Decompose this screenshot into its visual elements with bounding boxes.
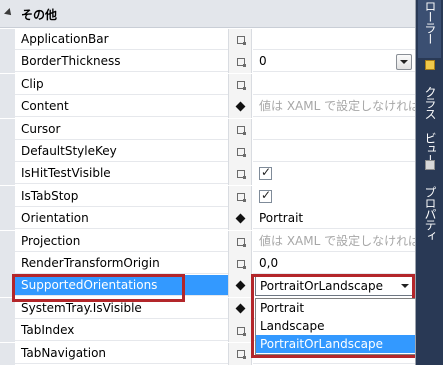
advanced-property-icon[interactable] [237, 125, 246, 135]
class-view-icon [425, 60, 435, 70]
highlight-box-name [12, 274, 185, 302]
dropdown-option[interactable]: PortraitOrLandscape [256, 335, 415, 353]
property-name[interactable]: IsHitTestVisible [15, 163, 228, 185]
row-gutter [0, 51, 15, 74]
property-row[interactable]: Clip [0, 73, 415, 96]
advanced-property-icon[interactable] [237, 260, 246, 269]
property-name[interactable]: Clip [15, 74, 228, 95]
property-row[interactable]: IsTabStop [0, 185, 415, 208]
property-marker-cell[interactable] [228, 275, 252, 298]
sidebar-tab-properties[interactable]: プロパティ [418, 160, 441, 242]
row-gutter [0, 141, 15, 163]
property-row[interactable]: Projection 値は XAML で設定しなければなりません [0, 230, 415, 253]
category-header[interactable]: その他 [0, 0, 415, 28]
property-name[interactable]: TabNavigation [15, 343, 228, 364]
property-name[interactable]: Orientation [15, 208, 228, 230]
property-row[interactable]: Orientation Portrait [0, 208, 415, 231]
property-name[interactable]: Content [15, 96, 228, 118]
properties-icon [425, 160, 435, 170]
property-marker-cell[interactable] [228, 230, 252, 253]
property-marker-cell[interactable] [228, 51, 252, 74]
property-marker-cell[interactable] [228, 29, 252, 51]
property-diamond-icon[interactable] [235, 101, 246, 112]
collapse-icon[interactable] [4, 8, 14, 18]
property-marker-cell[interactable] [228, 96, 252, 119]
property-name[interactable]: RenderTransformOrigin [15, 253, 228, 274]
property-marker-cell[interactable] [228, 141, 252, 163]
property-name[interactable]: IsTabStop [15, 186, 228, 207]
property-name[interactable]: BorderThickness [15, 51, 228, 73]
property-value[interactable] [253, 141, 415, 162]
property-marker-cell[interactable] [228, 73, 252, 96]
property-value[interactable]: 値は XAML で設定しなければなりません [253, 231, 415, 252]
advanced-property-icon[interactable] [237, 36, 246, 45]
advanced-property-icon[interactable] [237, 170, 246, 180]
sidebar-tab-label: クラス ビュー [423, 86, 437, 165]
category-title: その他 [21, 8, 58, 22]
row-gutter [0, 163, 15, 186]
dropdown-button[interactable] [396, 54, 412, 71]
property-row[interactable]: ApplicationBar [0, 29, 415, 51]
advanced-property-icon[interactable] [237, 192, 246, 202]
sidebar-tab-label: プロパティ [423, 186, 437, 241]
advanced-property-icon[interactable] [237, 237, 246, 247]
property-diamond-icon[interactable] [235, 303, 246, 314]
property-name[interactable]: Cursor [15, 119, 228, 140]
advanced-property-icon[interactable] [237, 80, 246, 90]
row-gutter [0, 96, 15, 119]
row-gutter [0, 320, 15, 343]
property-value[interactable] [253, 29, 415, 50]
advanced-property-icon[interactable] [237, 349, 246, 359]
sidebar-tab-explorer[interactable]: ローラー [418, 0, 441, 58]
property-row[interactable]: BorderThickness 0 [0, 51, 415, 74]
property-value[interactable]: 0 [253, 51, 415, 73]
property-marker-cell[interactable] [228, 342, 252, 365]
property-row[interactable]: Content 値は XAML で設定しなければなりません [0, 96, 415, 119]
property-value[interactable] [253, 74, 415, 95]
property-row[interactable]: Cursor [0, 118, 415, 141]
property-diamond-icon[interactable] [235, 213, 246, 224]
sidebar-tab-class-view[interactable]: クラス ビュー [418, 60, 441, 170]
row-gutter [0, 230, 15, 253]
row-gutter [0, 185, 15, 208]
property-value[interactable]: 値は XAML で設定しなければなりません [253, 96, 415, 118]
property-value[interactable] [253, 119, 415, 140]
property-checkbox[interactable] [259, 165, 272, 181]
property-marker-cell[interactable] [228, 320, 252, 343]
property-row[interactable]: RenderTransformOrigin 0,0 [0, 253, 415, 275]
property-marker-cell[interactable] [228, 118, 252, 141]
property-marker-cell[interactable] [228, 163, 252, 186]
property-marker-cell[interactable] [228, 208, 252, 231]
property-marker-cell[interactable] [228, 253, 252, 275]
advanced-property-icon[interactable] [237, 327, 246, 337]
property-diamond-icon[interactable] [235, 280, 246, 291]
property-marker-cell[interactable] [228, 185, 252, 208]
sidebar-tab-label: ローラー [423, 0, 437, 44]
row-gutter [0, 342, 15, 365]
row-gutter [0, 29, 15, 51]
advanced-property-icon[interactable] [237, 148, 246, 157]
property-name[interactable]: Projection [15, 231, 228, 252]
row-gutter [0, 253, 15, 275]
property-name[interactable]: TabIndex [15, 320, 228, 342]
property-name[interactable]: DefaultStyleKey [15, 141, 228, 162]
property-row[interactable]: IsHitTestVisible [0, 163, 415, 186]
property-value[interactable]: 0,0 [253, 253, 415, 274]
property-row[interactable]: DefaultStyleKey [0, 141, 415, 163]
side-tab-strip: ローラー クラス ビュー プロパティ [416, 0, 443, 365]
property-name[interactable]: ApplicationBar [15, 29, 228, 50]
property-grid: その他 ApplicationBar BorderThickness 0 Clip Co… [0, 0, 416, 365]
property-marker-cell[interactable] [228, 297, 252, 320]
row-gutter [0, 208, 15, 231]
property-checkbox[interactable] [259, 188, 272, 203]
property-value[interactable]: Portrait [253, 208, 415, 230]
advanced-property-icon[interactable] [237, 58, 246, 68]
dropdown-option[interactable]: Landscape [256, 317, 415, 335]
row-gutter [0, 118, 15, 141]
orientation-dropdown-list[interactable]: Portrait Landscape PortraitOrLandscape [255, 298, 415, 355]
dropdown-option[interactable]: Portrait [256, 299, 415, 317]
row-gutter [0, 73, 15, 96]
